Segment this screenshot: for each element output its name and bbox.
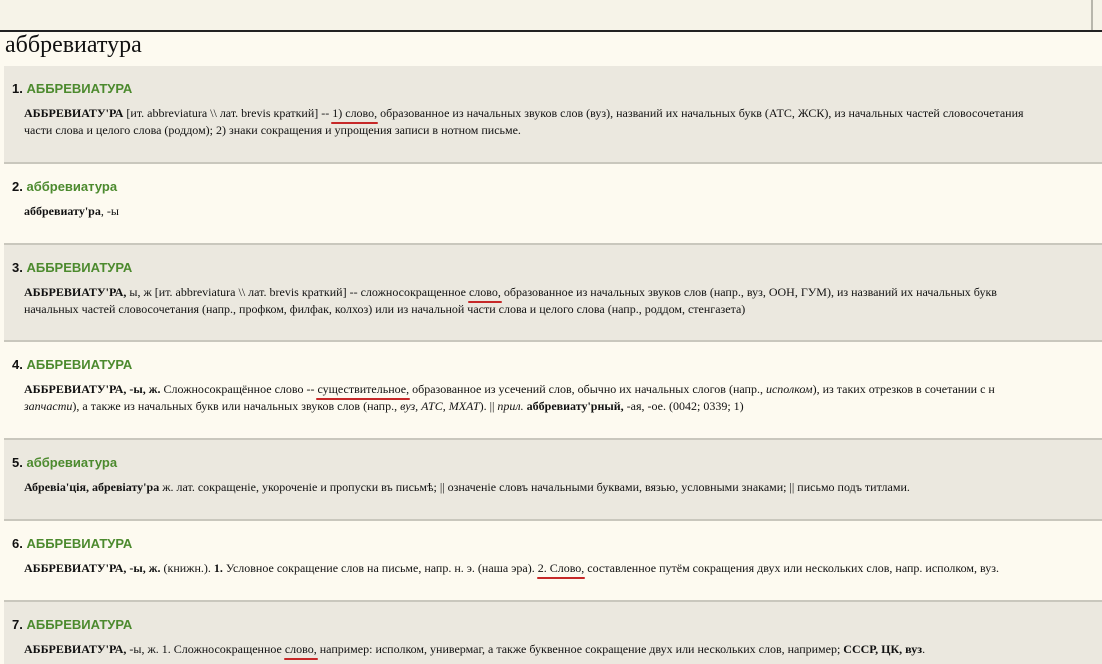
entry-definition: аббревиату'ра, -ы [24,203,1102,220]
definition-text: -ая, -ое. (0042; 0339; 1) [623,399,744,413]
highlighted-word: 1) слово, [332,106,378,120]
entry-definition: Абревіа'ція, абревіату'ра ж. лат. сокращ… [24,479,1102,496]
entry-definition: АББРЕВИАТУ'РА, -ы, ж. 1. Сложносокращенн… [24,641,1102,658]
entry-number: 5. [12,455,23,470]
highlighted-word: 2. Слово, [537,561,585,575]
page-title: аббревиатура [5,32,142,58]
definition-text: -ы, ж. 1. Сложносокращенное [126,642,285,656]
top-toolbar [0,0,1102,32]
dictionary-entry: 2. аббревиатура аббревиату'ра, -ы [4,164,1102,245]
definition-line: АББРЕВИАТУ'РА [ит. abbreviatura \\ лат. … [24,105,1102,122]
definition-line: АББРЕВИАТУ'РА, -ы, ж. 1. Сложносокращенн… [24,641,1102,658]
bold-term: АББРЕВИАТУ'РА, [24,561,127,575]
italic-term: вуз, АТС, МХАТ [400,399,480,413]
dictionary-entry: 7. АББРЕВИАТУРА АББРЕВИАТУ'РА, -ы, ж. 1.… [4,602,1102,664]
italic-term: прил. [497,399,524,413]
highlighted-word: слово, [468,285,501,299]
entry-heading: 1. АББРЕВИАТУРА [12,81,132,97]
definition-text: образованное из начальных звуков слов (н… [500,285,997,299]
definition-text: ы, ж [ит. abbreviatura \\ лат. brevis кр… [126,285,469,299]
entry-number: 3. [12,260,23,275]
definition-text: [ит. abbreviatura \\ лат. brevis краткий… [123,106,333,120]
definition-text: Условное сокращение слов на письме, напр… [222,561,538,575]
definition-line: части слова и целого слова (роддом); 2) … [24,122,1102,139]
entry-headword-link[interactable]: аббревиатура [26,455,117,470]
bold-term: Абревіа'ція, абревіату'ра [24,480,160,494]
definition-line: запчасти), а также из начальных букв или… [24,398,1102,415]
definition-text: . [922,642,926,656]
definition-text: начальных частей словосочетания (напр., … [24,302,746,316]
definition-text: ), а также из начальных букв или начальн… [72,399,401,413]
definition-text: ж. лат. сокращеніе, укороченіе и пропуск… [159,480,910,494]
definition-text: (книжн.). [160,561,214,575]
entry-heading: 4. АББРЕВИАТУРА [12,357,132,373]
definition-text: ), из таких отрезков в сочетании с н [812,382,995,396]
bold-term: 1. [213,561,223,575]
entry-heading: 6. АББРЕВИАТУРА [12,536,132,552]
entry-heading: 7. АББРЕВИАТУРА [12,617,132,633]
entry-headword-link[interactable]: аббревиатура [26,179,117,194]
dictionary-entry: 5. аббревиатура Абревіа'ція, абревіату'р… [4,440,1102,521]
definition-text: например: исполком, универмаг, а также б… [316,642,844,656]
bold-term: АББРЕВИАТУ'РА, [24,642,127,656]
definition-text: , -ы [100,204,119,218]
entry-headword-link[interactable]: АББРЕВИАТУРА [26,617,132,632]
entry-headword-link[interactable]: АББРЕВИАТУРА [26,81,132,96]
bold-term: аббревиату'рный, [526,399,624,413]
highlighted-word: существительное, [317,382,410,396]
definition-text: образованное из начальных звуков слов (в… [377,106,1024,120]
definition-text: составленное путём сокращения двух или н… [584,561,1000,575]
entry-number: 2. [12,179,23,194]
bold-term: СССР, ЦК, вуз [843,642,923,656]
entry-definition: АББРЕВИАТУ'РА, ы, ж [ит. abbreviatura \\… [24,284,1102,318]
definition-text: ). || [479,399,498,413]
bold-term: аббревиату'ра [24,204,101,218]
definition-text: образованное из усечений слов, обычно их… [409,382,766,396]
italic-term: запчасти [24,399,73,413]
definition-line: АББРЕВИАТУ'РА, -ы, ж. (книжн.). 1. Услов… [24,560,1102,577]
entry-number: 1. [12,81,23,96]
entry-number: 4. [12,357,23,372]
bold-term: АББРЕВИАТУ'РА [24,106,124,120]
entry-heading: 5. аббревиатура [12,455,117,471]
highlighted-word: слово, [284,642,317,656]
definition-line: Абревіа'ція, абревіату'ра ж. лат. сокращ… [24,479,1102,496]
entry-number: 7. [12,617,23,632]
entry-headword-link[interactable]: АББРЕВИАТУРА [26,536,132,551]
dictionary-entry: 1. АББРЕВИАТУРА АББРЕВИАТУ'РА [ит. abbre… [4,66,1102,164]
dictionary-entry: 6. АББРЕВИАТУРА АББРЕВИАТУ'РА, -ы, ж. (к… [4,521,1102,602]
entry-headword-link[interactable]: АББРЕВИАТУРА [26,260,132,275]
entry-number: 6. [12,536,23,551]
definition-text: Сложносокращённое слово -- [160,382,318,396]
definition-line: АББРЕВИАТУ'РА, ы, ж [ит. abbreviatura \\… [24,284,1102,301]
entry-definition: АББРЕВИАТУ'РА, -ы, ж. Сложносокращённое … [24,381,1102,415]
bold-term: -ы, ж. [129,561,161,575]
definition-line: аббревиату'ра, -ы [24,203,1102,220]
entry-definition: АББРЕВИАТУ'РА, -ы, ж. (книжн.). 1. Услов… [24,560,1102,577]
dictionary-entry: 3. АББРЕВИАТУРА АББРЕВИАТУ'РА, ы, ж [ит.… [4,245,1102,342]
definition-line: АББРЕВИАТУ'РА, -ы, ж. Сложносокращённое … [24,381,1102,398]
bold-term: АББРЕВИАТУ'РА, [24,285,127,299]
resize-handle[interactable] [1091,0,1093,30]
definition-line: начальных частей словосочетания (напр., … [24,301,1102,318]
definition-text: части слова и целого слова (роддом); 2) … [24,123,521,137]
entry-headword-link[interactable]: АББРЕВИАТУРА [26,357,132,372]
bold-term: -ы, ж. [129,382,161,396]
bold-term: АББРЕВИАТУ'РА, [24,382,127,396]
entry-heading: 3. АББРЕВИАТУРА [12,260,132,276]
entry-definition: АББРЕВИАТУ'РА [ит. abbreviatura \\ лат. … [24,105,1102,139]
dictionary-entry: 4. АББРЕВИАТУРА АББРЕВИАТУ'РА, -ы, ж. Сл… [4,342,1102,440]
italic-term: исполком [765,382,813,396]
entry-heading: 2. аббревиатура [12,179,117,195]
